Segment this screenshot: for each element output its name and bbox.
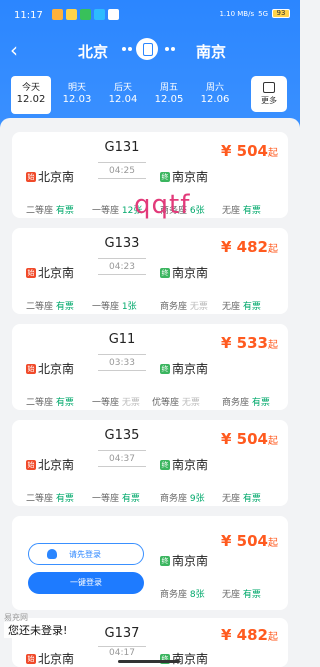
app-icon bbox=[66, 9, 77, 20]
arrive-station: 终南京南 bbox=[160, 266, 209, 280]
train-number: G133 bbox=[104, 236, 140, 251]
price: ¥ 482起 bbox=[221, 626, 278, 644]
duration: 04:17 bbox=[109, 648, 135, 658]
notification-icons bbox=[52, 9, 119, 20]
calendar-icon bbox=[263, 82, 275, 93]
status-bar: 11:17 1.10 MB/s 5G 93 bbox=[0, 0, 300, 30]
depart-station: 始北京南 bbox=[26, 170, 75, 184]
date-tab[interactable]: 周六 12.06 bbox=[195, 76, 235, 114]
date-tab[interactable]: 明天 12.03 bbox=[57, 76, 97, 114]
to-city[interactable]: 南京 bbox=[196, 41, 226, 62]
app-icon bbox=[80, 9, 91, 20]
price: ¥ 504起 bbox=[221, 532, 278, 550]
train-card[interactable]: G11 03:33 始北京南 终南京南 ¥ 533起 二等座 有票 一等座 无票… bbox=[12, 324, 288, 410]
date-value: 12.04 bbox=[108, 94, 138, 105]
train-card[interactable]: G133 04:23 始北京南 终南京南 ¥ 482起 二等座 有票 一等座 1… bbox=[12, 228, 288, 314]
depart-station: 始北京南 bbox=[26, 362, 75, 376]
quick-login-button[interactable]: 一键登录 bbox=[28, 572, 144, 594]
login-prompt-button[interactable]: 请先登录 bbox=[28, 543, 144, 565]
route-bar: ‹ 北京 南京 bbox=[0, 38, 300, 66]
date-value: 12.03 bbox=[62, 94, 92, 105]
depart-station: 始北京南 bbox=[26, 266, 75, 280]
app-icon bbox=[94, 9, 105, 20]
depart-station: 始北京南 bbox=[26, 652, 75, 666]
from-city[interactable]: 北京 bbox=[78, 41, 108, 62]
seat-row: 二等座 有票 一等座 1张 商务座 无票 无座 有票 bbox=[26, 302, 261, 312]
start-tag: 始 bbox=[26, 171, 36, 182]
header: 11:17 1.10 MB/s 5G 93 ‹ 北京 南京 今天 12.02 明… bbox=[0, 0, 300, 128]
duration: 04:37 bbox=[109, 454, 135, 464]
duration: 03:33 bbox=[109, 358, 135, 368]
depart-station: 始北京南 bbox=[26, 458, 75, 472]
more-label: 更多 bbox=[261, 96, 277, 105]
signal: 5G bbox=[258, 9, 268, 18]
arrive-station: 终南京南 bbox=[160, 170, 209, 184]
date-value: 12.02 bbox=[16, 94, 46, 105]
login-prompt-label: 请先登录 bbox=[69, 550, 101, 559]
status-right: 1.10 MB/s 5G 93 bbox=[219, 9, 290, 18]
seat-row: 二等座 有票 一等座 无票 优等座 无票 商务座 有票 bbox=[26, 398, 270, 408]
arrive-station: 终南京南 bbox=[160, 362, 209, 376]
price: ¥ 504起 bbox=[221, 142, 278, 160]
not-logged-in-text: 您还未登录! bbox=[4, 622, 72, 638]
arrive-station: 终南京南 bbox=[160, 652, 209, 666]
watermark: qqtf bbox=[134, 190, 191, 220]
status-time: 11:17 bbox=[14, 10, 43, 21]
dot-icon bbox=[128, 47, 132, 51]
price: ¥ 504起 bbox=[221, 430, 278, 448]
date-day: 周六 bbox=[205, 83, 224, 93]
divider bbox=[98, 162, 146, 163]
back-icon[interactable]: ‹ bbox=[10, 40, 18, 60]
more-dates-button[interactable]: 更多 bbox=[251, 76, 287, 112]
duration: 04:23 bbox=[109, 262, 135, 272]
train-number: G11 bbox=[108, 332, 136, 347]
price: ¥ 482起 bbox=[221, 238, 278, 256]
user-icon bbox=[47, 549, 57, 559]
date-day: 今天 bbox=[21, 83, 40, 93]
network-speed: 1.10 MB/s bbox=[219, 9, 255, 18]
dot-icon bbox=[122, 47, 126, 51]
date-bar: 今天 12.02 明天 12.03 后天 12.04 周五 12.05 周六 1… bbox=[0, 76, 300, 116]
date-value: 12.05 bbox=[154, 94, 184, 105]
app-icon bbox=[52, 9, 63, 20]
arrive-station: 终南京南 bbox=[160, 554, 209, 568]
home-indicator bbox=[118, 660, 180, 663]
end-tag: 终 bbox=[160, 171, 170, 182]
date-tab[interactable]: 周五 12.05 bbox=[149, 76, 189, 114]
date-tab[interactable]: 今天 12.02 bbox=[11, 76, 51, 114]
arrive-station: 终南京南 bbox=[160, 458, 209, 472]
date-day: 周五 bbox=[159, 83, 178, 93]
duration: 04:25 bbox=[109, 166, 135, 176]
seat-row: 二等座 有票 一等座 有票 商务座 9张 无座 有票 bbox=[26, 494, 261, 504]
date-tab[interactable]: 后天 12.04 bbox=[103, 76, 143, 114]
app-icon bbox=[108, 9, 119, 20]
train-number: G135 bbox=[104, 428, 140, 443]
dot-icon bbox=[171, 47, 175, 51]
divider bbox=[98, 178, 146, 179]
date-day: 后天 bbox=[113, 83, 132, 93]
price: ¥ 533起 bbox=[221, 334, 278, 352]
battery-icon: 93 bbox=[272, 9, 290, 18]
train-card[interactable]: G135 04:37 始北京南 终南京南 ¥ 504起 二等座 有票 一等座 有… bbox=[12, 420, 288, 506]
train-swap-icon[interactable] bbox=[136, 38, 158, 60]
train-number: G131 bbox=[104, 140, 140, 155]
date-value: 12.06 bbox=[200, 94, 230, 105]
train-number: G137 bbox=[104, 626, 140, 641]
dot-icon bbox=[165, 47, 169, 51]
date-day: 明天 bbox=[67, 83, 86, 93]
